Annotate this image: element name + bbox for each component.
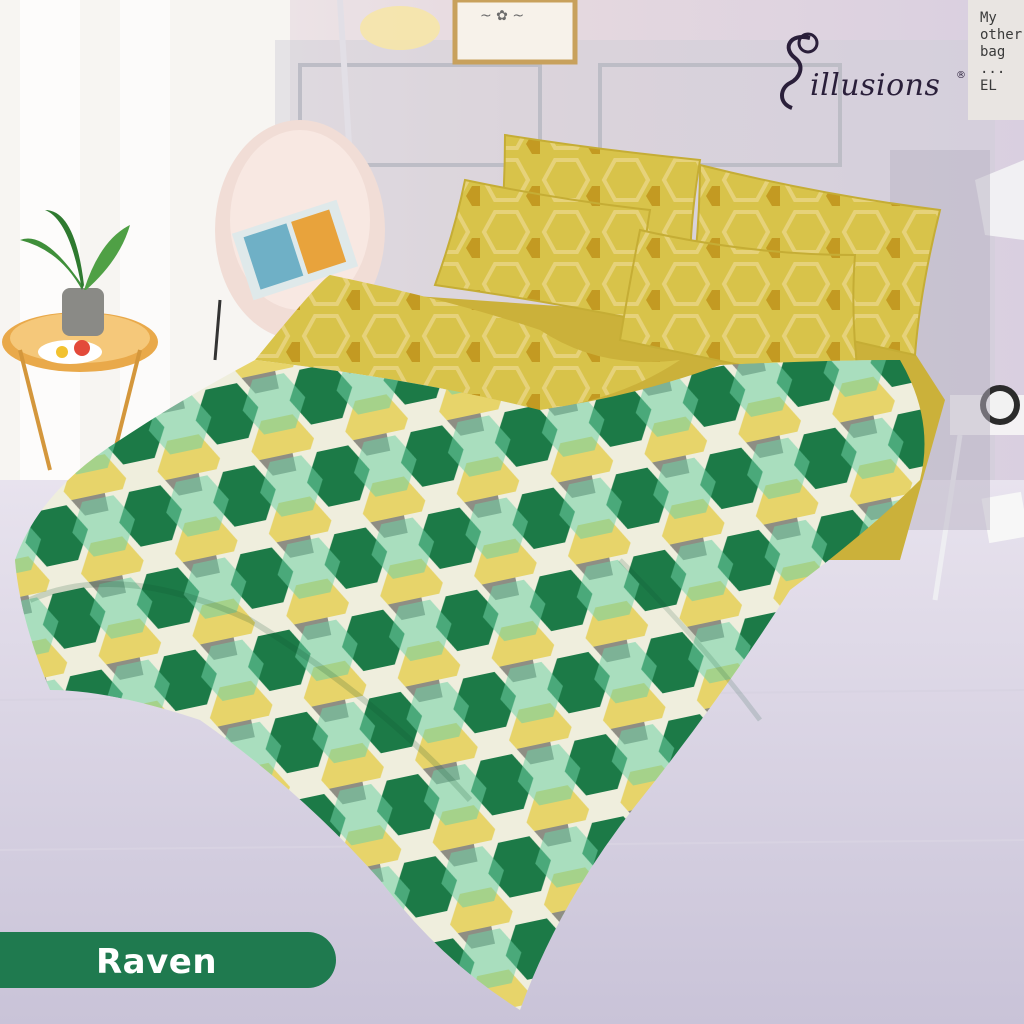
registered-mark: ®	[956, 70, 966, 81]
bedroom-scene: ~ ✿ ~	[0, 0, 1024, 1024]
svg-text:~ ✿ ~: ~ ✿ ~	[480, 8, 524, 24]
brand-logo: illusions ®	[770, 28, 1000, 138]
brand-name: illusions	[810, 68, 941, 103]
product-name: Raven	[96, 942, 218, 982]
